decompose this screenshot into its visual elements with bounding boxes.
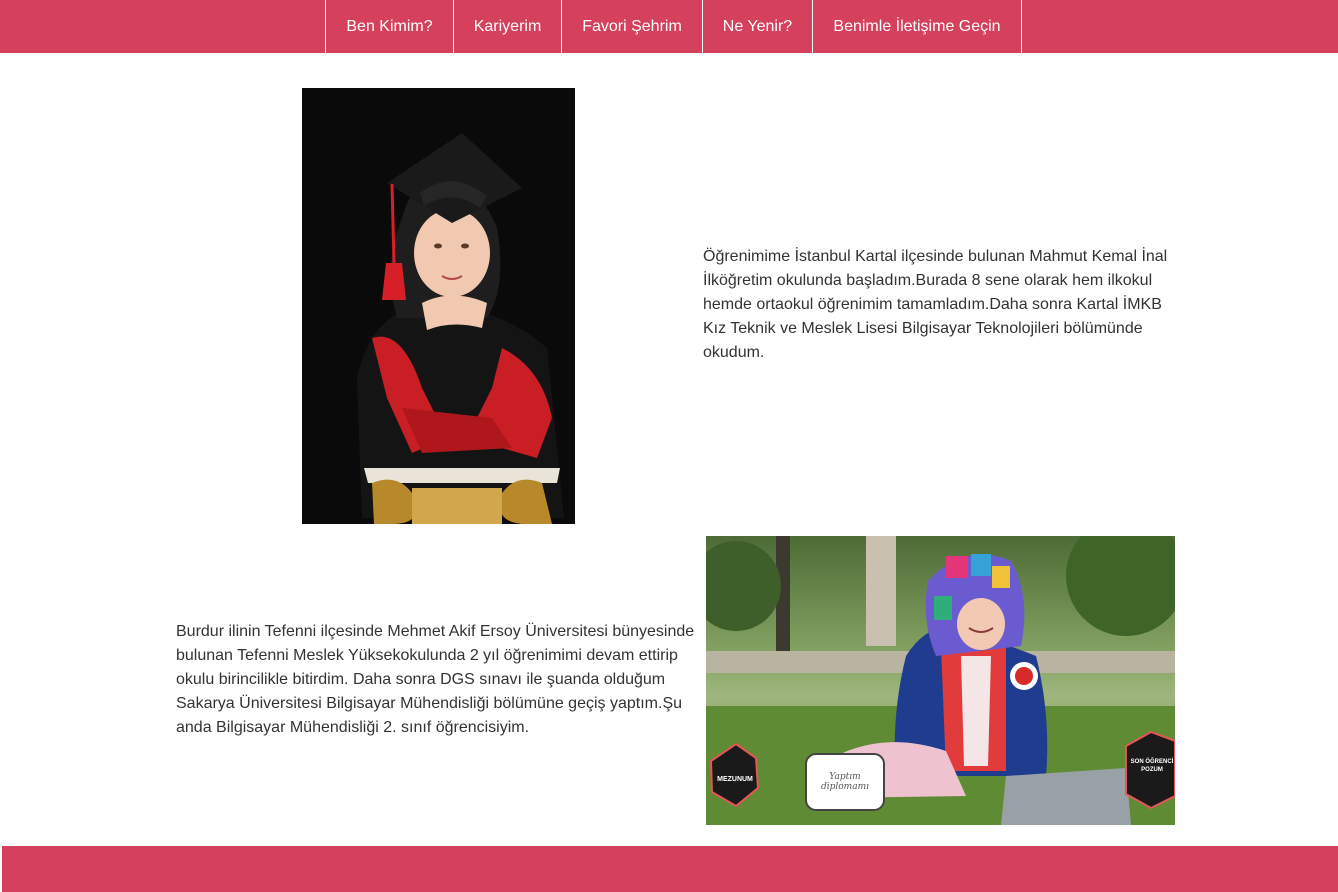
sign-left-label: MEZUNUM bbox=[717, 776, 753, 783]
nav-item-ben-kimim[interactable]: Ben Kimim? bbox=[326, 0, 454, 53]
education-paragraph-2: Burdur ilinin Tefenni ilçesinde Mehmet A… bbox=[176, 620, 703, 740]
footer-bar bbox=[2, 846, 1338, 892]
sign-center-label: Yaptım diplomamı bbox=[820, 772, 869, 792]
nav-menu: Ben Kimim? Kariyerim Favori Şehrim Ne Ye… bbox=[325, 0, 1022, 53]
nav-item-label: Favori Şehrim bbox=[582, 17, 682, 35]
education-text-2: Burdur ilinin Tefenni ilçesinde Mehmet A… bbox=[176, 623, 695, 736]
mezunum-sign-text: MEZUNUM bbox=[712, 776, 758, 783]
nav-item-label: Benimle İletişime Geçin bbox=[833, 17, 1001, 35]
nav-item-label: Ben Kimim? bbox=[346, 17, 433, 35]
nav-item-favori-sehrim[interactable]: Favori Şehrim bbox=[562, 0, 703, 53]
graduation-portrait-photo bbox=[302, 88, 575, 524]
top-navbar: Ben Kimim? Kariyerim Favori Şehrim Ne Ye… bbox=[0, 0, 1338, 53]
education-text-1: Öğrenimime İstanbul Kartal ilçesinde bul… bbox=[703, 248, 1168, 361]
diploma-sign-text: Yaptım diplomamı bbox=[809, 772, 881, 792]
nav-item-kariyerim[interactable]: Kariyerim bbox=[454, 0, 562, 53]
nav-item-ne-yenir[interactable]: Ne Yenir? bbox=[703, 0, 813, 53]
nav-item-iletisim[interactable]: Benimle İletişime Geçin bbox=[813, 0, 1022, 53]
education-paragraph-1: Öğrenimime İstanbul Kartal ilçesinde bul… bbox=[703, 245, 1178, 365]
son-ogrenci-pozum-sign-text: SON ÖĞRENCİ POZUM bbox=[1130, 758, 1174, 774]
graduation-portrait-illustration bbox=[302, 88, 575, 524]
outdoor-graduation-photo: MEZUNUM Yaptım diplomamı SON ÖĞRENCİ POZ… bbox=[706, 536, 1175, 825]
sign-right-label: SON ÖĞRENCİ POZUM bbox=[1130, 759, 1174, 773]
nav-item-label: Ne Yenir? bbox=[722, 17, 793, 35]
nav-item-label: Kariyerim bbox=[473, 17, 542, 35]
outdoor-graduation-illustration bbox=[706, 536, 1175, 825]
